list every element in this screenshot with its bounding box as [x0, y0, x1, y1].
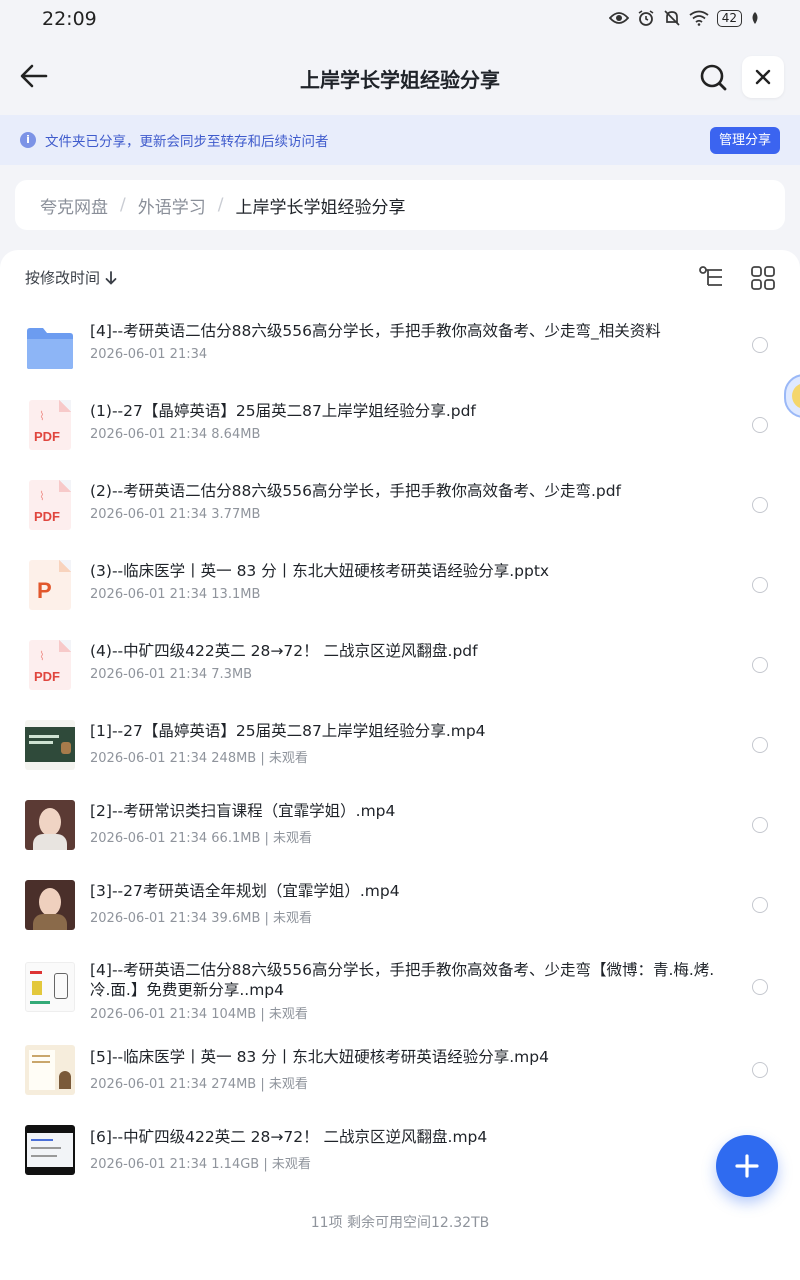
breadcrumb-item-current: 上岸学长学姐经验分享	[235, 197, 406, 218]
grid-view-icon	[751, 266, 775, 290]
file-meta: 2026-06-01 21:34 13.1MB	[90, 587, 261, 602]
tree-view-icon	[699, 266, 722, 286]
file-name: [5]--临床医学丨英一 83 分丨东北大妞硬核考研英语经验分享.mp4	[90, 1048, 549, 1066]
video-thumbnail	[25, 1125, 75, 1175]
file-row[interactable]: [6]--中矿四级422英二 28→72！ 二战京区逆风翻盘.mp4 2026-…	[0, 1115, 800, 1195]
select-radio[interactable]	[752, 497, 768, 513]
pdf-file-icon: ⌇ PDF	[25, 400, 75, 450]
file-meta: 2026-06-01 21:34 8.64MB	[90, 427, 261, 442]
file-list-panel: 按修改时间 [4]--考研英语二估分88六级556高分学长，手把手教你高效备考、…	[0, 250, 800, 1280]
select-radio[interactable]	[752, 817, 768, 833]
info-icon: i	[20, 132, 36, 148]
select-radio[interactable]	[752, 897, 768, 913]
select-radio[interactable]	[752, 577, 768, 593]
file-name: (4)--中矿四级422英二 28→72！ 二战京区逆风翻盘.pdf	[90, 642, 478, 660]
share-banner: i 文件夹已分享，更新会同步至转存和后续访问者 管理分享	[0, 115, 800, 165]
select-radio[interactable]	[752, 337, 768, 353]
file-row[interactable]: [3]--27考研英语全年规划（宜霏学姐）.mp4 2026-06-01 21:…	[0, 865, 800, 945]
file-name: [4]--考研英语二估分88六级556高分学长，手把手教你高效备考、少走弯_相关…	[90, 322, 661, 340]
add-button[interactable]	[716, 1135, 778, 1197]
file-name: [1]--27【晶婷英语】25届英二87上岸学姐经验分享.mp4	[90, 722, 486, 740]
plus-icon	[735, 1154, 759, 1178]
mute-icon	[664, 10, 680, 26]
file-row[interactable]: ⌇ PDF (2)--考研英语二估分88六级556高分学长，手把手教你高效备考、少…	[0, 465, 800, 545]
close-button[interactable]	[742, 56, 784, 98]
eye-icon	[608, 12, 629, 24]
ppt-file-icon: P	[25, 560, 75, 610]
status-icons: 42	[608, 9, 760, 27]
sort-button[interactable]: 按修改时间	[25, 267, 117, 288]
video-thumbnail	[25, 720, 75, 770]
select-radio[interactable]	[752, 657, 768, 673]
file-meta: 2026-06-01 21:34 7.3MB	[90, 667, 253, 682]
file-meta: 2026-06-01 21:34 274MB | 未观看	[90, 1077, 308, 1092]
title-bar: 上岸学长学姐经验分享	[0, 42, 800, 114]
file-name: [2]--考研常识类扫盲课程（宜霏学姐）.mp4	[90, 802, 396, 820]
leaf-icon	[752, 12, 758, 24]
search-icon	[700, 64, 727, 91]
file-row[interactable]: P (3)--临床医学丨英一 83 分丨东北大妞硬核考研英语经验分享.pptx …	[0, 545, 800, 625]
file-meta: 2026-06-01 21:34 248MB | 未观看	[90, 751, 308, 766]
tree-view-button[interactable]	[698, 265, 726, 291]
breadcrumb: 夸克网盘 / 外语学习 / 上岸学长学姐经验分享	[15, 180, 785, 230]
file-meta: 2026-06-01 21:34 1.14GB | 未观看	[90, 1157, 311, 1172]
file-name: [4]--考研英语二估分88六级556高分学长，手把手教你高效备考、少走弯【微博…	[90, 961, 715, 999]
page-title: 上岸学长学姐经验分享	[300, 68, 500, 92]
pdf-file-icon: ⌇ PDF	[25, 640, 75, 690]
select-radio[interactable]	[752, 1062, 768, 1078]
file-meta: 2026-06-01 21:34 66.1MB | 未观看	[90, 831, 313, 846]
status-time: 22:09	[42, 8, 97, 30]
file-name: [3]--27考研英语全年规划（宜霏学姐）.mp4	[90, 882, 400, 900]
storage-summary: 11项 剩余可用空间12.32TB	[310, 1215, 490, 1231]
pdf-file-icon: ⌇ PDF	[25, 480, 75, 530]
video-thumbnail	[25, 800, 75, 850]
file-row[interactable]: ⌇ PDF (4)--中矿四级422英二 28→72！ 二战京区逆风翻盘.pdf …	[0, 625, 800, 705]
file-row[interactable]: [2]--考研常识类扫盲课程（宜霏学姐）.mp4 2026-06-01 21:3…	[0, 785, 800, 865]
close-icon	[755, 69, 771, 85]
folder-icon	[25, 325, 75, 375]
file-meta: 2026-06-01 21:34 3.77MB	[90, 507, 261, 522]
search-button[interactable]	[697, 61, 729, 93]
sort-label: 按修改时间	[25, 269, 101, 287]
file-name: (3)--临床医学丨英一 83 分丨东北大妞硬核考研英语经验分享.pptx	[90, 562, 550, 580]
manage-share-button[interactable]: 管理分享	[710, 127, 780, 154]
file-row[interactable]: ⌇ PDF (1)--27【晶婷英语】25届英二87上岸学姐经验分享.pdf 20…	[0, 385, 800, 465]
file-name: [6]--中矿四级422英二 28→72！ 二战京区逆风翻盘.mp4	[90, 1128, 488, 1146]
sort-down-arrow-icon	[105, 271, 117, 285]
battery-icon: 42	[716, 9, 742, 27]
file-meta: 2026-06-01 21:34 104MB | 未观看	[90, 1007, 308, 1022]
file-row[interactable]: [1]--27【晶婷英语】25届英二87上岸学姐经验分享.mp4 2026-06…	[0, 705, 800, 785]
breadcrumb-separator: /	[120, 195, 126, 215]
file-row[interactable]: [4]--考研英语二估分88六级556高分学长，手把手教你高效备考、少走弯_相关…	[0, 305, 800, 385]
breadcrumb-item-parent[interactable]: 外语学习	[138, 193, 206, 218]
select-radio[interactable]	[752, 417, 768, 433]
file-row[interactable]: [4]--考研英语二估分88六级556高分学长，手把手教你高效备考、少走弯【微博…	[0, 945, 800, 1035]
file-name: (1)--27【晶婷英语】25届英二87上岸学姐经验分享.pdf	[90, 402, 476, 420]
file-name: (2)--考研英语二估分88六级556高分学长，手把手教你高效备考、少走弯.pd…	[90, 482, 622, 500]
breadcrumb-item-root[interactable]: 夸克网盘	[40, 193, 108, 218]
share-banner-text: 文件夹已分享，更新会同步至转存和后续访问者	[45, 134, 329, 150]
file-meta: 2026-06-01 21:34	[90, 347, 208, 362]
breadcrumb-separator: /	[217, 195, 224, 215]
wifi-icon	[689, 10, 709, 26]
select-radio[interactable]	[752, 737, 768, 753]
file-row[interactable]: [5]--临床医学丨英一 83 分丨东北大妞硬核考研英语经验分享.mp4 202…	[0, 1035, 800, 1115]
alarm-icon	[638, 10, 654, 26]
grid-view-button[interactable]	[750, 265, 776, 291]
select-radio[interactable]	[752, 979, 768, 995]
video-thumbnail	[25, 1045, 75, 1095]
video-thumbnail	[25, 962, 75, 1012]
status-bar: 22:09 42	[0, 0, 800, 42]
file-meta: 2026-06-01 21:34 39.6MB | 未观看	[90, 911, 313, 926]
video-thumbnail	[25, 880, 75, 930]
